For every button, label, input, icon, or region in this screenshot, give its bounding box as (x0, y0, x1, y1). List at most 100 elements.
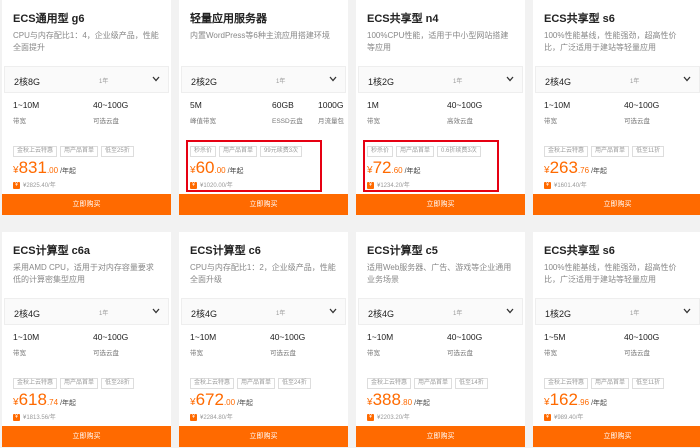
promo-tag: 用产品首单 (591, 378, 630, 389)
spec-select[interactable]: 1核2G 1年 (535, 298, 700, 325)
original-price: ¥ ¥989.40/年 (544, 412, 583, 421)
spec-value: 2核4G (14, 309, 41, 319)
promo-tag: 用产品首单 (60, 378, 99, 389)
promo-tag: 金秋上云特惠 (13, 146, 58, 157)
product-title: ECS共享型 s6 (544, 13, 615, 25)
promo-tag: 金秋上云特惠 (367, 378, 412, 389)
param-value: 1~10M (544, 100, 571, 110)
original-price: ¥ ¥2203.20/年 (367, 412, 410, 421)
promo-tag: 用产品首单 (237, 378, 276, 389)
buy-now-button[interactable]: 立即购买 (179, 426, 348, 447)
price-integer: 618 (18, 390, 47, 409)
discount-icon: ¥ (544, 413, 551, 421)
price-decimal: .00 (223, 398, 236, 407)
param-label: 可选云盘 (93, 350, 119, 357)
param-value: 40~100G (447, 332, 483, 342)
price: ¥672.00/年起 (190, 390, 253, 410)
buy-now-button[interactable]: 立即购买 (356, 194, 525, 215)
promo-tag: 低至25折 (101, 146, 134, 157)
spec-select[interactable]: 2核4G 1年 (358, 298, 523, 325)
product-card: ECS计算型 c6a 采用AMD CPU，适用于对内存容量要求低的计算密集型应用 2… (2, 232, 171, 447)
product-title: 轻量应用服务器 (190, 13, 267, 25)
duration-label: 1年 (276, 79, 286, 85)
highlight-box (363, 140, 499, 192)
chevron-down-icon[interactable] (328, 304, 338, 318)
highlight-box (186, 140, 322, 192)
param-label: ESSD云盘 (272, 118, 303, 125)
discount-icon: ¥ (544, 181, 551, 189)
param-item: 40~100G 可选云盘 (447, 332, 482, 357)
param-label: 可选云盘 (447, 350, 473, 357)
product-title: ECS共享型 s6 (544, 245, 615, 257)
param-group: 1~10M 带宽 40~100G 可选云盘 (13, 332, 163, 358)
promo-tags: 金秋上云特惠 用产品首单 低至24折 (190, 378, 314, 389)
price-unit: /年起 (591, 168, 608, 175)
promo-tag: 用产品首单 (60, 146, 99, 157)
price-unit: /年起 (414, 400, 431, 407)
spec-select[interactable]: 2核4G 1年 (4, 298, 169, 325)
product-card: 轻量应用服务器 内置WordPress等6种主流应用搭建环境 2核2G 1年 5M 峰值带… (179, 0, 348, 215)
param-value: 40~100G (624, 100, 660, 110)
product-card: ECS共享型 s6 100%性能基线，性能强劲，超高性价比，广泛适用于建站等轻量应… (533, 0, 700, 215)
price-unit: /年起 (60, 400, 77, 407)
spec-select[interactable]: 2核4G 1年 (181, 298, 346, 325)
price-decimal: .00 (46, 166, 59, 175)
chevron-down-icon[interactable] (505, 72, 515, 86)
param-item: 1~10M 带宽 (544, 100, 570, 125)
param-group: 1~10M 带宽 40~100G 可选云盘 (13, 100, 163, 126)
price-integer: 831 (18, 158, 47, 177)
buy-now-button[interactable]: 立即购买 (356, 426, 525, 447)
price-decimal: .96 (577, 398, 590, 407)
product-title: ECS共享型 n4 (367, 13, 439, 25)
product-card: ECS计算型 c6 CPU与内存配比1：2，企业级产品，性能全面升级 2核4G 1年 1… (179, 232, 348, 447)
buy-now-button[interactable]: 立即购买 (533, 426, 700, 447)
param-label: 带宽 (190, 350, 203, 357)
param-value: 1~5M (544, 332, 566, 342)
product-title: ECS计算型 c6a (13, 245, 91, 257)
price: ¥618.74/年起 (13, 390, 76, 410)
chevron-down-icon[interactable] (151, 72, 161, 86)
chevron-down-icon[interactable] (682, 72, 692, 86)
product-card: ECS通用型 g6 CPU与内存配比1：4，企业级产品，性能全面提升 2核8G 1年 1… (2, 0, 171, 215)
price-unit: /年起 (591, 400, 608, 407)
chevron-down-icon[interactable] (682, 304, 692, 318)
promo-tags: 金秋上云特惠 用产品首单 低至11折 (544, 378, 667, 389)
duration-label: 1年 (630, 79, 640, 85)
spec-select[interactable]: 2核4G 1年 (535, 66, 700, 93)
chevron-down-icon[interactable] (151, 304, 161, 318)
chevron-down-icon[interactable] (505, 304, 515, 318)
duration-label: 1年 (453, 79, 463, 85)
price-integer: 162 (549, 390, 578, 409)
param-item: 60GB ESSD云盘 (272, 100, 303, 125)
spec-select[interactable]: 2核8G 1年 (4, 66, 169, 93)
promo-tag: 低至11折 (632, 378, 665, 389)
spec-select[interactable]: 1核2G 1年 (358, 66, 523, 93)
product-description: 采用AMD CPU，适用于对内存容量要求低的计算密集型应用 (13, 263, 154, 284)
price-decimal: .76 (577, 166, 590, 175)
spec-select[interactable]: 2核2G 1年 (181, 66, 346, 93)
product-grid: ECS通用型 g6 CPU与内存配比1：4，企业级产品，性能全面提升 2核8G 1年 1… (0, 0, 700, 448)
param-item: 1~5M 带宽 (544, 332, 566, 357)
chevron-down-icon[interactable] (328, 72, 338, 86)
price-integer: 672 (195, 390, 224, 409)
product-description: 100%CPU性能，适用于中小型网站搭建等应用 (367, 31, 509, 52)
product-title: ECS计算型 c6 (190, 245, 261, 257)
param-group: 5M 峰值带宽 60GB ESSD云盘 1000G 月流量包 (190, 100, 344, 126)
promo-tag: 金秋上云特惠 (544, 378, 589, 389)
param-label: 带宽 (367, 350, 380, 357)
buy-now-button[interactable]: 立即购买 (179, 194, 348, 215)
buy-now-button[interactable]: 立即购买 (533, 194, 700, 215)
param-value: 1~10M (13, 100, 40, 110)
buy-now-button[interactable]: 立即购买 (2, 194, 171, 215)
product-description: 适用Web服务器、广告、游戏等企业通用业务场景 (367, 263, 512, 284)
original-price: ¥ ¥2825.40/年 (13, 180, 56, 189)
duration-label: 1年 (99, 79, 109, 85)
price: ¥831.00/年起 (13, 158, 76, 178)
param-label: 高效云盘 (447, 118, 473, 125)
spec-value: 2核4G (545, 77, 572, 87)
param-value: 40~100G (624, 332, 660, 342)
price: ¥388.80/年起 (367, 390, 430, 410)
buy-now-button[interactable]: 立即购买 (2, 426, 171, 447)
promo-tags: 金秋上云特惠 用产品首单 低至25折 (13, 146, 137, 157)
spec-value: 1核2G (368, 77, 395, 87)
